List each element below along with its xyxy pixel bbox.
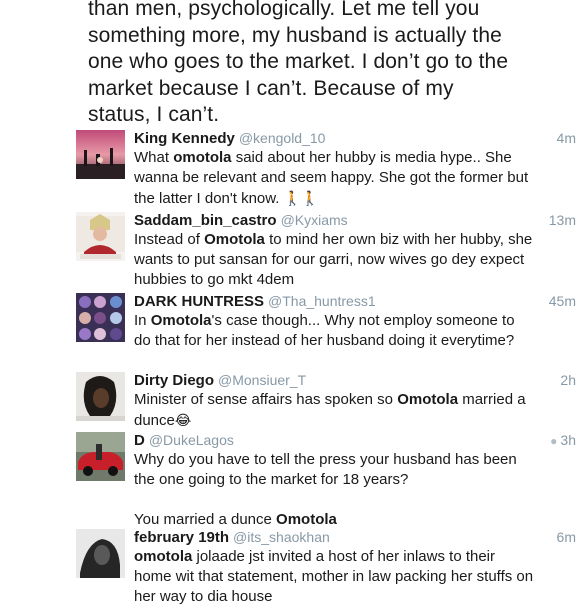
text-segment: Why do you have to tell the press your h… (134, 451, 517, 488)
article-quote: than men, psychologically. Let me tell y… (88, 0, 578, 129)
bw-avatar-icon (76, 529, 125, 578)
author-name[interactable]: King Kennedy (134, 130, 235, 147)
author-handle[interactable]: @Monsiuer_T (218, 372, 306, 388)
tweet[interactable]: Saddam_bin_castro @Kyxiams 13m Instead of… (76, 210, 576, 290)
author-name[interactable]: Saddam_bin_castro (134, 212, 277, 229)
author-handle[interactable]: @Kyxiams (281, 212, 348, 228)
author-name[interactable]: february 19th (134, 529, 229, 546)
pope-avatar-icon (76, 212, 125, 261)
timestamp[interactable]: 4m (557, 128, 576, 148)
author-handle[interactable]: @DukeLagos (149, 432, 234, 448)
timestamp[interactable]: 13m (549, 210, 576, 230)
avatar[interactable] (76, 529, 125, 578)
highlight-term: Omotola (150, 312, 212, 329)
avatar[interactable] (76, 212, 125, 261)
tweet-text: omotola jolaade jst invited a host of he… (134, 547, 534, 607)
car-avatar-icon (76, 432, 125, 481)
quote-line: market because I can’t. Because of my (88, 76, 454, 100)
highlight-term: Omotola (276, 511, 337, 528)
timestamp[interactable]: 6m (557, 527, 576, 547)
tweet-text: Why do you have to tell the press your h… (134, 450, 534, 530)
text-segment: You married a dunce (134, 511, 277, 528)
author-name[interactable]: DARK HUNTRESS (134, 293, 264, 310)
tweet-text: Instead of Omotola to mind her own biz w… (134, 230, 534, 290)
quote-line: than men, psychologically. Let me tell y… (88, 0, 480, 20)
tweet[interactable]: DARK HUNTRESS @Tha_huntress1 45m In Omoto… (76, 291, 576, 371)
author-handle[interactable]: @kengold_10 (239, 130, 326, 146)
highlight-term: omotola (173, 149, 232, 166)
author-handle[interactable]: @Tha_huntress1 (268, 293, 376, 309)
author-name[interactable]: D (134, 432, 145, 449)
avatar[interactable] (76, 293, 125, 342)
tweet[interactable]: Dirty Diego @Monsiuer_T 2h Minister of se… (76, 370, 576, 430)
woman-avatar-icon (76, 372, 125, 421)
tweet[interactable]: King Kennedy @kengold_10 4m What omotola … (76, 128, 576, 208)
text-segment: Minister of sense affairs has spoken so (134, 391, 398, 408)
author-handle[interactable]: @its_shaokhan (233, 529, 330, 545)
tweet-text: In Omotola's case though... Why not empl… (134, 311, 534, 351)
highlight-term: omotola (134, 548, 193, 565)
tweet[interactable]: D @DukeLagos ● 3h Why do you have to tell … (76, 430, 576, 528)
timestamp[interactable]: 2h (560, 370, 576, 390)
author-name[interactable]: Dirty Diego (134, 372, 214, 389)
timestamp-text: 3h (560, 432, 576, 448)
highlight-term: Omotola (397, 391, 459, 408)
collage-avatar-icon (76, 293, 125, 342)
laughing-emoji-icon: 😂 (174, 412, 192, 428)
text-segment: In (134, 312, 151, 329)
highlight-term: Omotola (204, 231, 265, 248)
conversation-icon: ● (550, 434, 558, 448)
avatar[interactable] (76, 372, 125, 421)
quote-line: one who goes to the market. I don’t go t… (88, 50, 509, 73)
quote-line: status, I can’t. (88, 103, 220, 126)
avatar[interactable] (76, 130, 125, 179)
tweet[interactable]: february 19th @its_shaokhan 6m omotola jo… (76, 527, 576, 611)
avatar[interactable] (76, 432, 125, 481)
tweet-text: Minister of sense affairs has spoken so … (134, 390, 534, 431)
timestamp[interactable]: ● 3h (550, 430, 576, 451)
text-segment: What (134, 149, 174, 166)
quote-line: something more, my husband is actually t… (88, 23, 502, 47)
timestamp[interactable]: 45m (549, 291, 576, 311)
walking-emoji-icon: 🚶🚶 (283, 190, 319, 206)
sunset-avatar-icon (76, 130, 125, 179)
text-segment: jolaade jst invited a host of her inlaws… (134, 548, 534, 605)
text-segment: Instead of (134, 231, 205, 248)
tweet-text: What omotola said about her hubby is med… (134, 148, 534, 209)
